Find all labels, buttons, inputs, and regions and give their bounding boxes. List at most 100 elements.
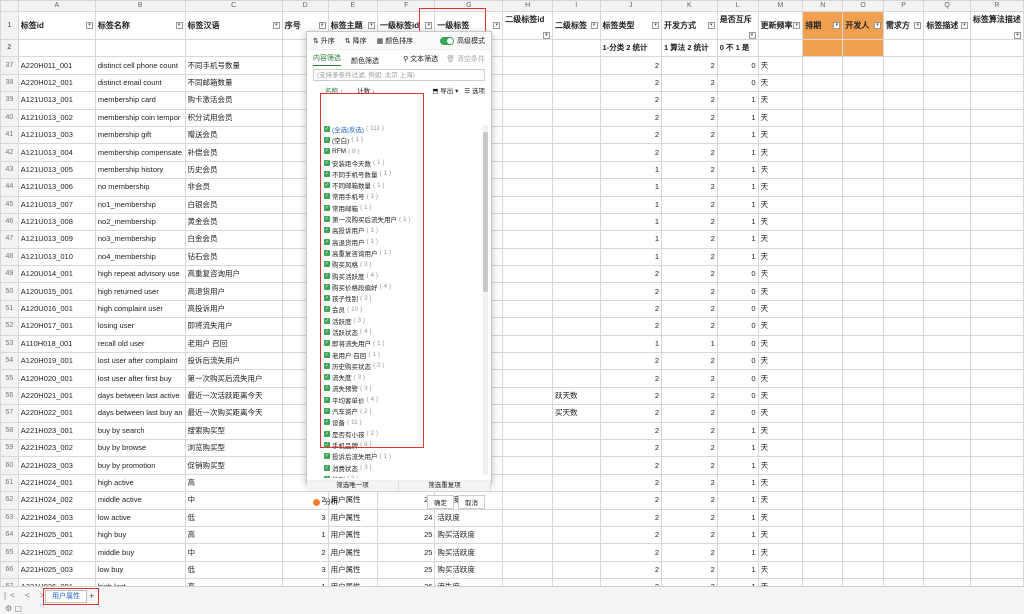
cell[interactable]: 用户属性 [327, 560, 379, 580]
cell[interactable]: 天 [757, 386, 804, 406]
cell[interactable]: 1 [599, 334, 663, 354]
cell[interactable] [802, 299, 844, 319]
cell[interactable]: 2 [599, 438, 663, 458]
filter-dropdown-icon[interactable]: ▾ [318, 21, 326, 29]
filter-list-item[interactable]: ✓ 购买活跃度( 4 ) [321, 270, 491, 281]
filter-list-item[interactable]: ✓ 即将流失用户( 1 ) [321, 338, 491, 349]
cell[interactable] [757, 38, 804, 58]
cell[interactable]: 天 [757, 230, 804, 249]
cell[interactable]: A121U013_008 [17, 212, 96, 232]
cell[interactable]: 天 [757, 456, 804, 475]
cell[interactable] [882, 230, 925, 249]
cell[interactable]: 2 [661, 247, 718, 267]
cell[interactable]: A121U013_009 [17, 230, 96, 249]
cell[interactable] [502, 421, 554, 440]
cell[interactable]: 26 [377, 578, 436, 586]
cell[interactable]: 最近一次活跃距离今天 [184, 386, 283, 406]
cell[interactable] [882, 404, 925, 423]
cell[interactable] [17, 38, 96, 58]
cell[interactable]: 2 [599, 525, 663, 545]
filter-list-item[interactable]: ✓ 安装距今天数( 1 ) [321, 157, 491, 168]
spreadsheet-area[interactable]: A B C D E F G H I J K L M N O P Q R 1 标签id ▾ 标签名称 ▾ 标签汉语 ▾ 序号 ▾ 标签主… [0, 0, 1024, 586]
row-number[interactable]: 1 [0, 11, 19, 40]
cell[interactable]: 1 [716, 178, 759, 197]
cell[interactable] [552, 212, 601, 232]
column-header[interactable]: D [281, 0, 329, 12]
cell[interactable] [842, 299, 884, 319]
filter-dropdown-icon[interactable]: ▾ [748, 32, 756, 39]
cell[interactable] [882, 108, 925, 127]
cell[interactable] [502, 265, 554, 284]
cell[interactable] [969, 508, 1024, 527]
cell[interactable]: 2 [599, 265, 663, 284]
cell[interactable] [502, 91, 554, 110]
cell[interactable] [802, 125, 844, 145]
cell[interactable] [842, 212, 884, 232]
cell[interactable]: 2 [599, 91, 663, 110]
cell[interactable] [502, 386, 554, 406]
cell[interactable]: 1 [716, 108, 759, 127]
cell[interactable] [502, 491, 554, 510]
cell[interactable]: A221H023_003 [17, 456, 96, 475]
cell[interactable]: 1 [716, 473, 759, 493]
filter-list-item[interactable]: ✓性别( 3 ) [321, 473, 491, 478]
cell[interactable] [552, 299, 601, 319]
cell[interactable]: 1 [599, 195, 663, 214]
column-header[interactable]: F [377, 0, 436, 12]
filter-list-item[interactable]: ✓ 流失度( 3 ) [321, 372, 491, 383]
cell[interactable]: 2 [661, 491, 718, 510]
cell[interactable] [802, 438, 844, 458]
row-number[interactable]: 67 [0, 578, 19, 586]
cell[interactable] [802, 508, 844, 527]
header-cell[interactable]: 排期 ▾ [802, 11, 844, 40]
cell[interactable]: 中 [184, 491, 283, 510]
filter-dropdown-icon[interactable]: ▾ [833, 21, 841, 29]
cell[interactable]: 天 [757, 143, 804, 162]
cell[interactable]: 不同手机号数量 [184, 56, 283, 75]
checkbox-checked-icon[interactable]: ✓ [324, 261, 330, 268]
cell[interactable] [802, 282, 844, 301]
cell[interactable]: 1 [716, 421, 759, 440]
cell[interactable]: 1 [716, 125, 759, 145]
cell[interactable] [923, 473, 971, 493]
row-number[interactable]: 46 [0, 212, 19, 232]
cell[interactable]: A221H024_002 [17, 491, 96, 510]
cell[interactable]: 投诉后流失用户 [184, 352, 283, 371]
cell[interactable]: 高 [184, 525, 283, 545]
cell[interactable]: membership gift [94, 125, 186, 145]
cell[interactable] [923, 108, 971, 127]
cell[interactable] [502, 508, 554, 527]
cell[interactable]: 买天数 [552, 404, 601, 423]
cell[interactable] [923, 160, 971, 180]
cell[interactable] [923, 212, 971, 232]
export-button[interactable]: ⬒ 导出 ▾ [432, 85, 458, 95]
cell[interactable]: no2_membership [94, 212, 186, 232]
checkbox-checked-icon[interactable]: ✓ [324, 125, 330, 132]
cell[interactable] [923, 421, 971, 440]
cell[interactable]: 1 [716, 560, 759, 580]
cell[interactable] [969, 143, 1024, 162]
cell[interactable] [882, 508, 925, 527]
cell[interactable]: membership card [94, 91, 186, 110]
cell[interactable] [802, 369, 844, 388]
cell[interactable] [802, 247, 844, 267]
cell[interactable] [502, 38, 554, 58]
filter-dropdown-icon[interactable]: ▾ [873, 21, 881, 29]
cell[interactable] [552, 543, 601, 562]
checkbox-checked-icon[interactable]: ✓ [324, 396, 330, 403]
cell[interactable]: 1 [716, 525, 759, 545]
cell[interactable] [882, 265, 925, 284]
row-number[interactable]: 37 [0, 56, 19, 75]
cell[interactable]: 2 [599, 125, 663, 145]
cell[interactable] [882, 56, 925, 75]
cell[interactable]: 天 [757, 491, 804, 510]
cell[interactable] [882, 73, 925, 93]
cell[interactable] [923, 456, 971, 475]
cell[interactable] [923, 265, 971, 284]
cell[interactable]: 2 [661, 386, 718, 406]
cell[interactable]: 25 [377, 560, 436, 580]
column-header[interactable]: B [94, 0, 186, 12]
cell[interactable] [552, 282, 601, 301]
checkbox-checked-icon[interactable]: ✓ [324, 249, 330, 256]
cell[interactable]: 购买活跃度 [434, 560, 504, 580]
